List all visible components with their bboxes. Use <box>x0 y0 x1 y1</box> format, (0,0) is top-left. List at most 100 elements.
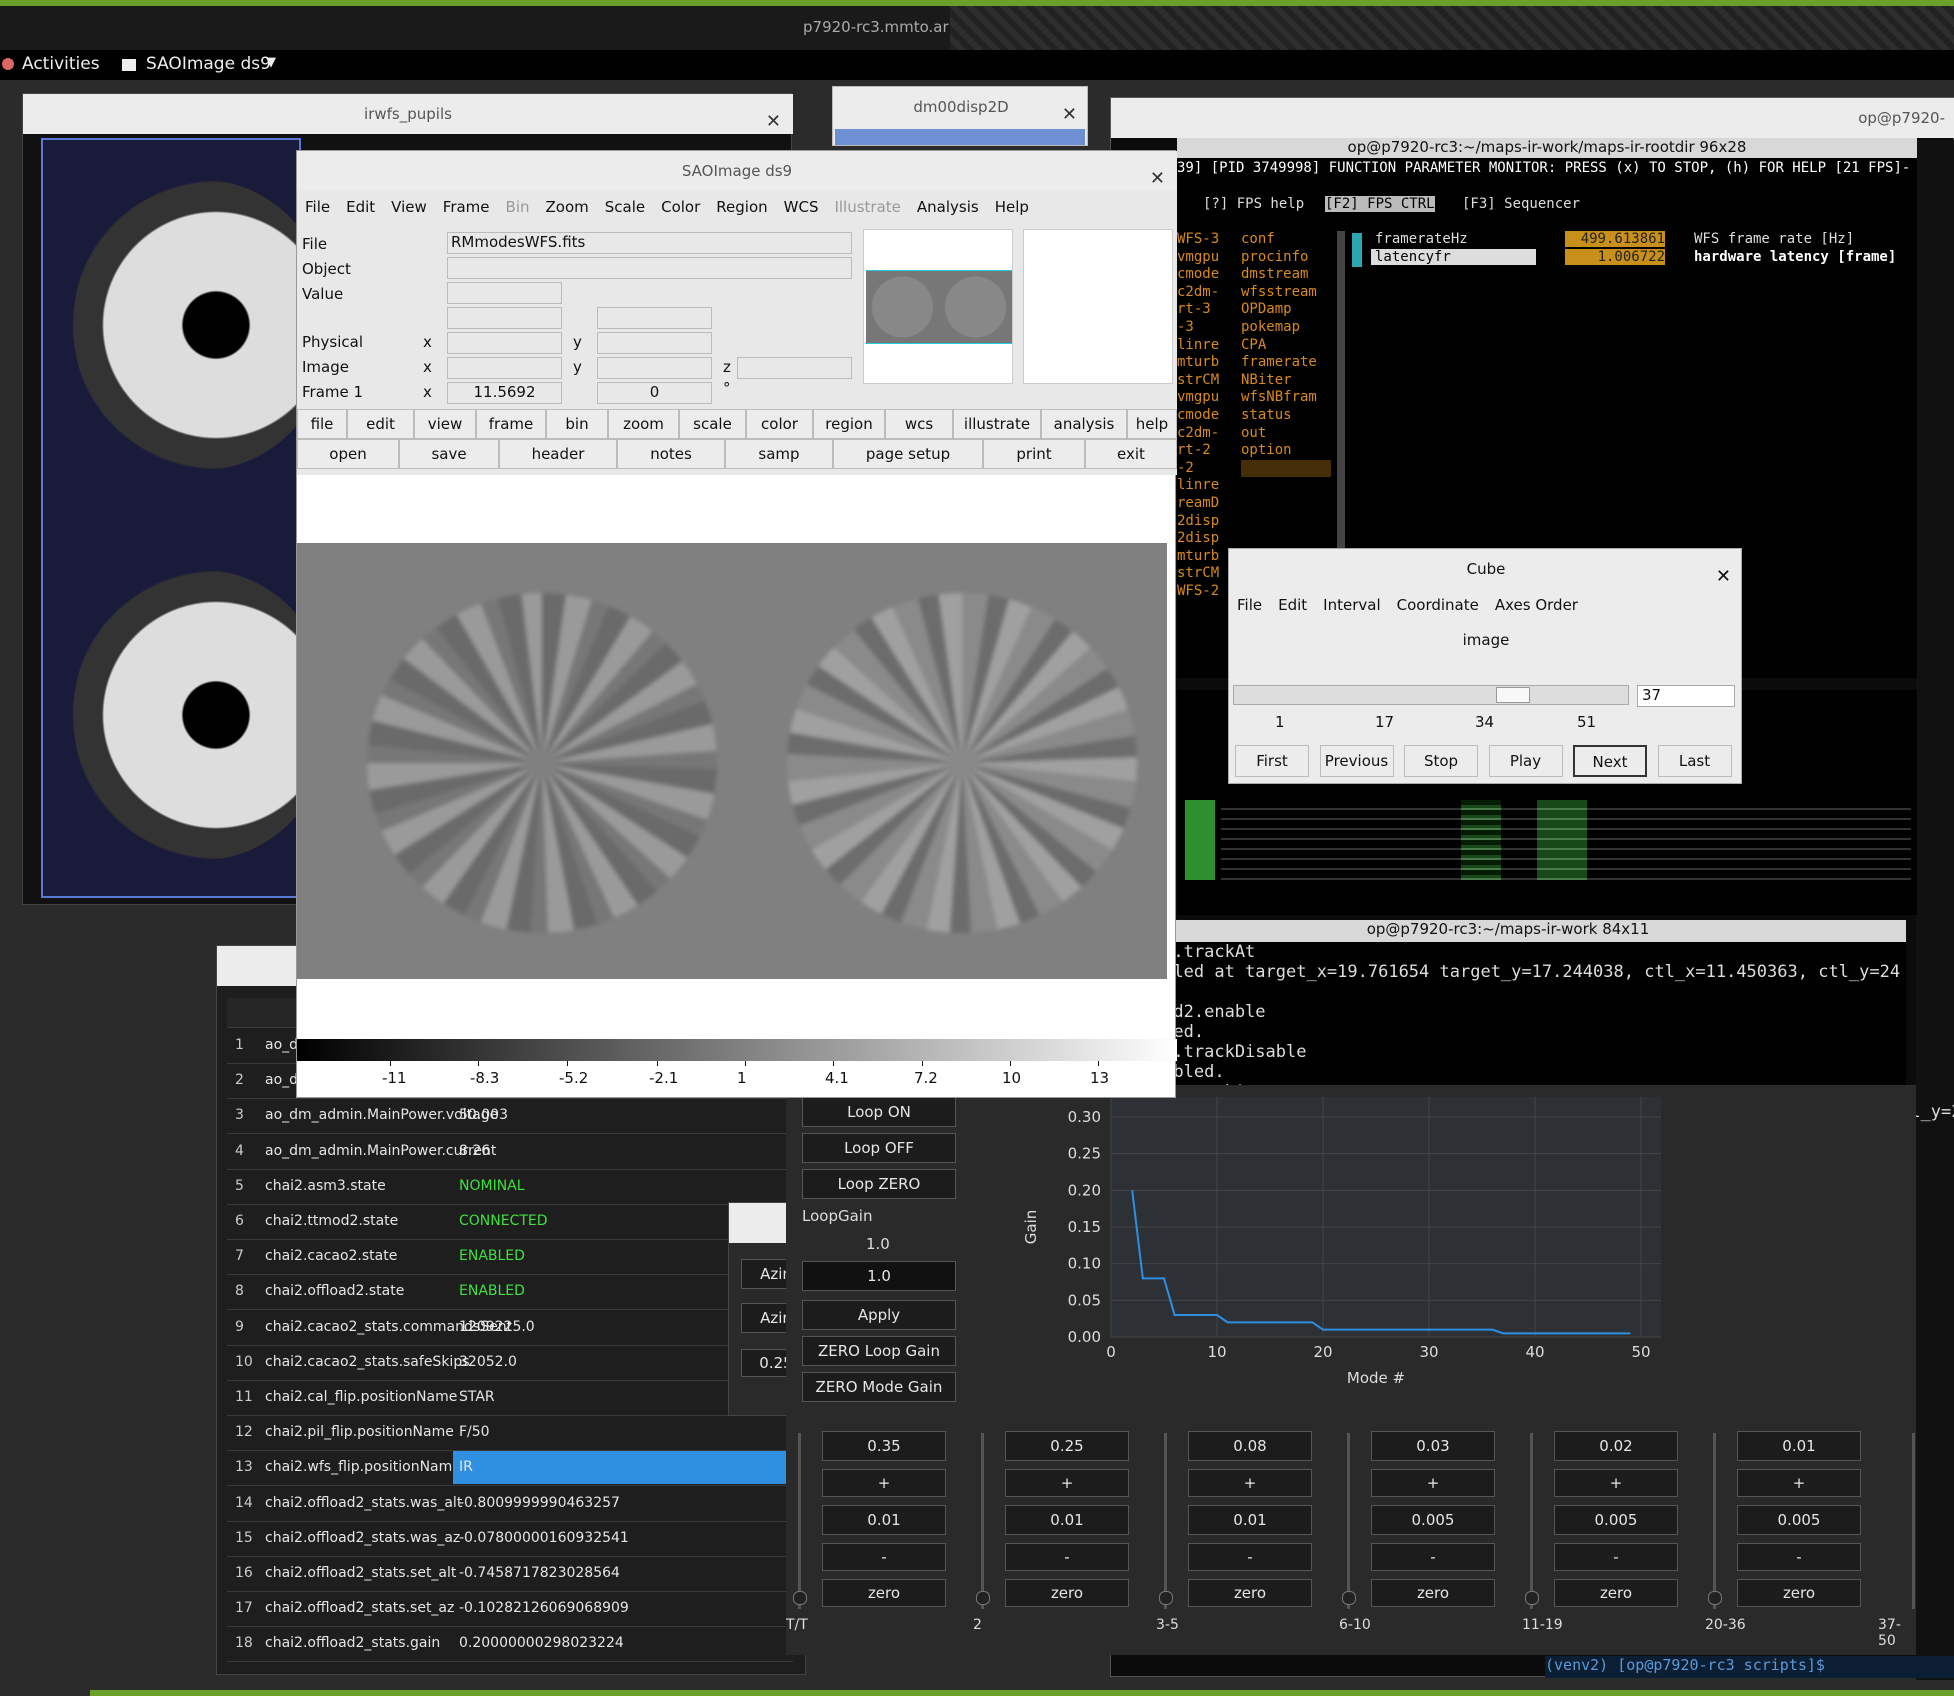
ds9-button-exit[interactable]: exit <box>1085 439 1177 469</box>
ds9-button-open[interactable]: open <box>297 439 399 469</box>
mode-gain-field[interactable]: 0.25 <box>1005 1431 1129 1461</box>
mode-gain-field[interactable]: 0.02 <box>1554 1431 1678 1461</box>
fpm-tab-help[interactable]: [?] FPS help <box>1203 196 1304 212</box>
mode-slider-handle[interactable] <box>793 1591 807 1605</box>
physical-x-field[interactable] <box>447 332 562 354</box>
ds9-button-scale[interactable]: scale <box>679 409 746 439</box>
physical-y-field[interactable] <box>597 332 712 354</box>
mode-zero-button[interactable]: zero <box>1371 1579 1495 1607</box>
fpm-mid-item[interactable]: dmstream <box>1241 266 1331 284</box>
cube-button-stop[interactable]: Stop <box>1404 745 1478 777</box>
table-row[interactable]: 5 chai2.asm3.state NOMINAL <box>227 1169 793 1205</box>
ds9-menu-frame[interactable]: Frame <box>443 198 490 216</box>
image-z-field[interactable] <box>737 357 852 379</box>
mode-minus-button[interactable]: - <box>822 1543 946 1571</box>
mode-slider-track[interactable] <box>1530 1433 1533 1609</box>
ds9-button-samp[interactable]: samp <box>725 439 833 469</box>
ds9-menu-help[interactable]: Help <box>995 198 1029 216</box>
fpm-param-name-1[interactable]: latencyfr <box>1371 249 1536 265</box>
loop-control-window[interactable]: LoopGain 1.0 1.0 0 10 20 30 40 50 0.00 0.05 0.10… <box>786 1085 1916 1655</box>
cube-menu-item[interactable]: Interval <box>1323 596 1380 614</box>
mode-slider-handle[interactable] <box>1525 1591 1539 1605</box>
ds9-menu-zoom[interactable]: Zoom <box>546 198 589 216</box>
ds9-image-canvas[interactable] <box>297 543 1167 979</box>
ds9-button-bin[interactable]: bin <box>546 409 608 439</box>
right-terminal-titlebar[interactable]: op@p7920- <box>1111 98 1954 138</box>
mode-zero-button[interactable]: zero <box>1554 1579 1678 1607</box>
loop-button-0[interactable]: Loop ON <box>802 1097 956 1127</box>
ds9-button-zoom[interactable]: zoom <box>608 409 679 439</box>
ds9-titlebar[interactable]: SAOImage ds9 ✕ <box>297 151 1177 191</box>
fpm-mid-item[interactable]: out <box>1241 425 1331 443</box>
ds9-menu-bin[interactable]: Bin <box>506 198 530 216</box>
fpm-mid-item[interactable]: framerate <box>1241 354 1331 372</box>
fpm-mid-item[interactable]: OPDamp <box>1241 301 1331 319</box>
ds9-button-page-setup[interactable]: page setup <box>833 439 983 469</box>
ds9-button-wcs[interactable]: wcs <box>885 409 953 439</box>
table-row[interactable]: 7 chai2.cacao2.state ENABLED <box>227 1239 793 1276</box>
fpm-mid-item[interactable]: status <box>1241 407 1331 425</box>
ds9-menu-wcs[interactable]: WCS <box>784 198 819 216</box>
ds9-button-analysis[interactable]: analysis <box>1041 409 1127 439</box>
fpm-mid-item[interactable]: procinfo <box>1241 249 1331 267</box>
image-x-field[interactable] <box>447 357 562 379</box>
ds9-colorbar[interactable] <box>297 1039 1177 1061</box>
loop-action-button-1[interactable]: ZERO Loop Gain <box>802 1336 956 1366</box>
table-row[interactable]: 17 chai2.offload2_stats.set_az -0.10282126… <box>227 1591 793 1628</box>
loop-gain-input[interactable]: 1.0 <box>802 1261 956 1291</box>
mode-plus-button[interactable]: + <box>1005 1469 1129 1497</box>
table-row[interactable]: 15 chai2.offload2_stats.was_az -0.07800000… <box>227 1521 793 1557</box>
mode-plus-button[interactable]: + <box>1737 1469 1861 1497</box>
mode-slider-track[interactable] <box>798 1433 801 1609</box>
mode-plus-button[interactable]: + <box>1188 1469 1312 1497</box>
ds9-menu-illustrate[interactable]: Illustrate <box>834 198 900 216</box>
app-menu-button[interactable]: SAOImage ds9 <box>146 54 271 74</box>
ds9-button-color[interactable]: color <box>746 409 813 439</box>
mode-gain-field[interactable]: 0.01 <box>1737 1431 1861 1461</box>
fpm-mid-item[interactable]: NBiter <box>1241 372 1331 390</box>
ds9-button-header[interactable]: header <box>499 439 617 469</box>
table-row[interactable]: 12 chai2.pil_flip.positionName F/50 <box>227 1415 793 1452</box>
cube-slider-thumb[interactable] <box>1496 687 1530 703</box>
table-row[interactable]: 6 chai2.ttmod2.state CONNECTED <box>227 1204 793 1240</box>
mode-slider-handle[interactable] <box>1159 1591 1173 1605</box>
mode-plus-button[interactable]: + <box>1554 1469 1678 1497</box>
table-row[interactable]: 18 chai2.offload2_stats.gain 0.20000000298… <box>227 1626 793 1663</box>
ds9-menu-edit[interactable]: Edit <box>346 198 375 216</box>
table-row[interactable]: 14 chai2.offload2_stats.was_alt -0.8009999… <box>227 1486 793 1522</box>
table-row[interactable]: 9 chai2.cacao2_stats.commandsSent 1209225.… <box>227 1310 793 1346</box>
cube-menu-item[interactable]: Axes Order <box>1495 596 1578 614</box>
mode-slider-track[interactable] <box>1164 1433 1167 1609</box>
cube-titlebar[interactable]: Cube ✕ <box>1229 549 1743 589</box>
ds9-button-view[interactable]: view <box>414 409 476 439</box>
mode-slider-handle[interactable] <box>1708 1591 1722 1605</box>
ds9-menu-analysis[interactable]: Analysis <box>917 198 979 216</box>
wcs-field-1[interactable] <box>447 307 562 329</box>
mode-gain-field[interactable]: 0.35 <box>822 1431 946 1461</box>
mode-slider-handle[interactable] <box>976 1591 990 1605</box>
ds9-button-notes[interactable]: notes <box>617 439 725 469</box>
loop-action-button-2[interactable]: ZERO Mode Gain <box>802 1372 956 1402</box>
mode-plus-button[interactable]: + <box>1371 1469 1495 1497</box>
chevron-down-icon[interactable]: ▼ <box>266 55 276 70</box>
mode-step-field[interactable]: 0.01 <box>1005 1505 1129 1535</box>
frame-x-field[interactable]: 11.5692 <box>447 382 562 404</box>
cube-button-first[interactable]: First <box>1235 745 1309 777</box>
mode-gain-field[interactable]: 0.08 <box>1188 1431 1312 1461</box>
ds9-button-frame[interactable]: frame <box>476 409 546 439</box>
ds9-button-save[interactable]: save <box>399 439 499 469</box>
ds9-button-illustrate[interactable]: illustrate <box>953 409 1041 439</box>
mode-minus-button[interactable]: - <box>1554 1543 1678 1571</box>
table-row[interactable]: 11 chai2.cal_flip.positionName STAR <box>227 1380 793 1416</box>
activities-button[interactable]: Activities <box>22 54 100 74</box>
mode-step-field[interactable]: 0.005 <box>1554 1505 1678 1535</box>
fpm-mid-item[interactable]: wfsNBfram <box>1241 389 1331 407</box>
ds9-button-edit[interactable]: edit <box>347 409 414 439</box>
dm-titlebar[interactable]: dm00disp2D ✕ <box>833 87 1089 127</box>
mode-step-field[interactable]: 0.01 <box>822 1505 946 1535</box>
ds9-menu-scale[interactable]: Scale <box>605 198 645 216</box>
frame-y-field[interactable]: 0 <box>597 382 712 404</box>
ds9-window[interactable]: SAOImage ds9 ✕ File Edit View Frame Bin Zoom S… <box>296 150 1177 1098</box>
fpm-mid-item[interactable]: conf <box>1241 231 1331 249</box>
mode-step-field[interactable]: 0.005 <box>1737 1505 1861 1535</box>
